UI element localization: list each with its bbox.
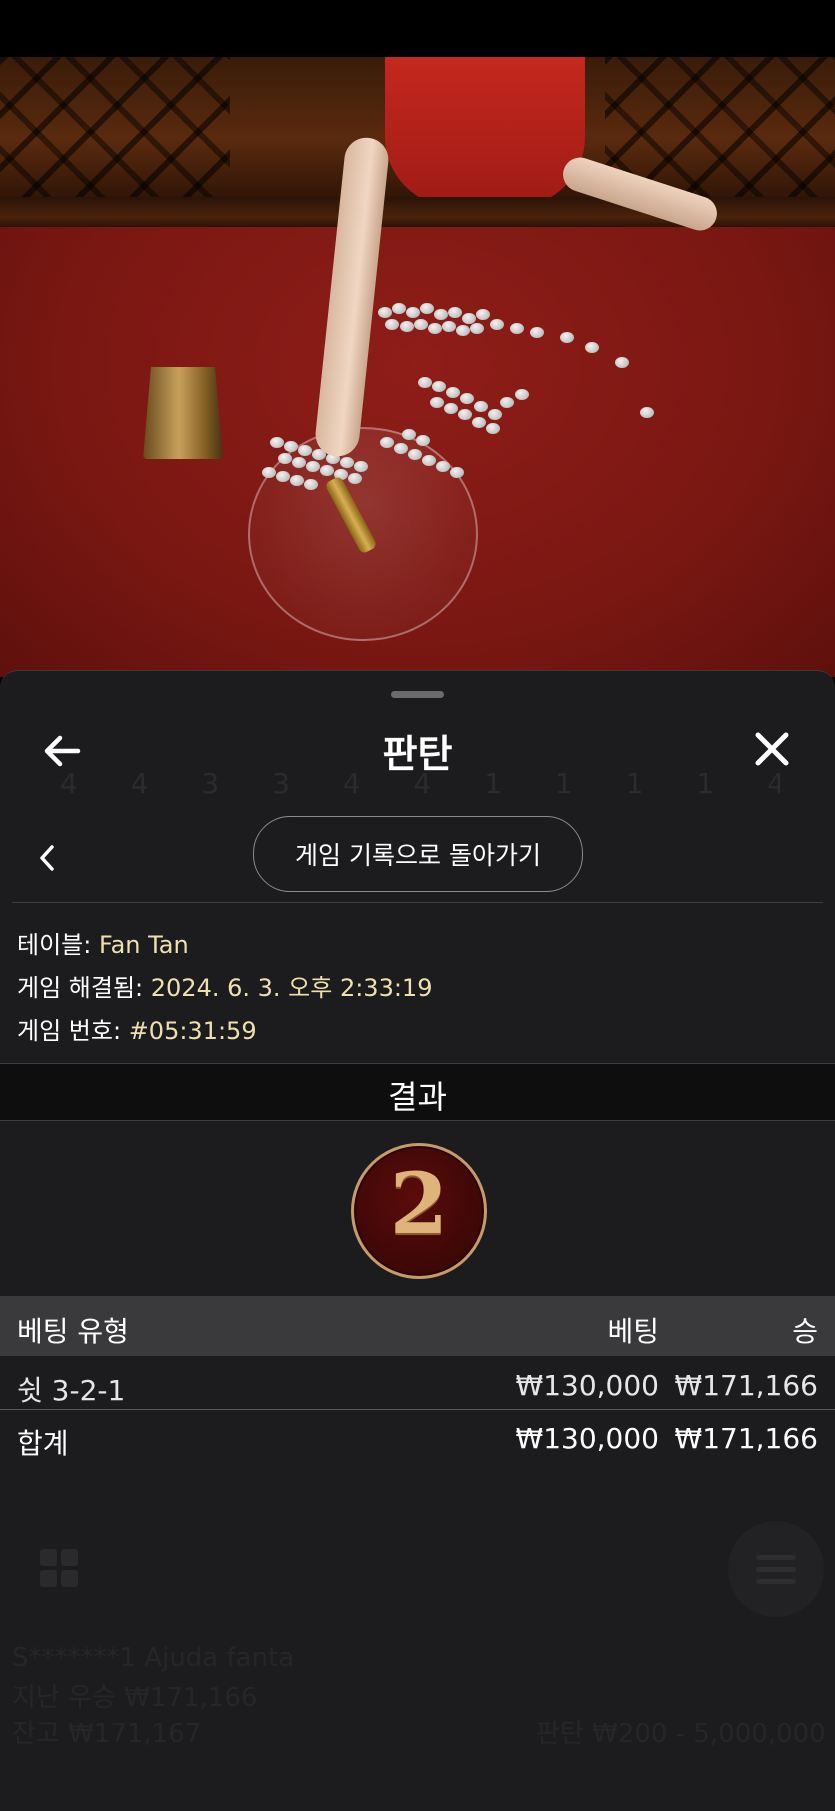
background-balance: 잔고 ₩171,167 <box>12 1719 202 1749</box>
bead <box>420 303 434 314</box>
bead <box>515 389 529 400</box>
dealer <box>385 57 585 207</box>
result-number-badge: 2 <box>351 1143 487 1279</box>
bead <box>416 435 430 446</box>
win-amount-cell: ₩171,166 <box>674 1369 818 1402</box>
bead <box>292 457 306 468</box>
menu-icon <box>728 1521 824 1617</box>
table-info: 테이블: Fan Tan <box>17 925 189 960</box>
bead <box>406 307 420 318</box>
bead <box>290 475 304 486</box>
bead <box>262 467 276 478</box>
bead <box>432 381 446 392</box>
back-to-history-button[interactable]: 게임 기록으로 돌아가기 <box>253 816 583 892</box>
bead <box>490 319 504 330</box>
background-player-line: S*******1 Ajuda fanta <box>12 1643 295 1673</box>
bead <box>428 323 442 334</box>
table-row: 쉿 3-2-1 ₩130,000 ₩171,166 <box>0 1357 835 1409</box>
divider <box>12 902 823 903</box>
bead <box>530 327 544 338</box>
bead <box>394 443 408 454</box>
bead <box>378 307 392 318</box>
bead <box>380 437 394 448</box>
bead <box>284 441 298 452</box>
bead <box>448 307 462 318</box>
bead <box>458 409 472 420</box>
bead <box>456 325 470 336</box>
close-icon[interactable] <box>750 727 794 771</box>
live-video-feed <box>0 57 835 677</box>
bead <box>304 479 318 490</box>
bead <box>444 403 458 414</box>
bead <box>585 342 599 353</box>
bead <box>278 453 292 464</box>
bead <box>270 437 284 448</box>
bead <box>418 377 432 388</box>
resolved-info: 게임 해결됨: 2024. 6. 3. 오후 2:33:19 <box>17 968 432 1003</box>
total-row: 합계 ₩130,000 ₩171,166 <box>0 1410 835 1462</box>
bead <box>340 457 354 468</box>
bead <box>488 409 502 420</box>
bead <box>446 387 460 398</box>
bead <box>414 319 428 330</box>
total-bet: ₩130,000 <box>515 1422 659 1455</box>
background-limits: 판탄 ₩200 - 5,000,000 <box>536 1719 826 1749</box>
result-section-label: 결과 <box>388 1078 447 1116</box>
bead <box>385 319 399 330</box>
bead <box>472 417 486 428</box>
game-number-value: #05:31:59 <box>128 1017 257 1045</box>
game-number-info: 게임 번호: #05:31:59 <box>17 1011 257 1046</box>
brass-cup <box>143 367 223 459</box>
bead <box>434 309 448 320</box>
background-last-win: 지난 우승 ₩171,166 <box>12 1683 258 1713</box>
bead <box>402 429 416 440</box>
bead <box>320 465 334 476</box>
lattice-decoration-left <box>0 57 230 207</box>
bet-type-cell: 쉿 3-2-1 <box>17 1374 126 1407</box>
result-section-header: 결과 <box>0 1063 835 1121</box>
bead <box>348 473 362 484</box>
bead <box>560 332 574 343</box>
bet-amount-cell: ₩130,000 <box>515 1369 659 1402</box>
bead <box>408 449 422 460</box>
bead <box>474 401 488 412</box>
table-value: Fan Tan <box>98 931 189 959</box>
bead <box>430 397 444 408</box>
bead <box>436 461 450 472</box>
total-label: 합계 <box>17 1427 69 1460</box>
bead <box>510 323 524 334</box>
bead <box>442 321 456 332</box>
resolved-value: 2024. 6. 3. 오후 2:33:19 <box>150 974 433 1002</box>
bead <box>422 455 436 466</box>
bead <box>500 397 514 408</box>
bead <box>354 461 368 472</box>
column-bet-type: 베팅 유형 <box>17 1315 129 1348</box>
bets-table-header: 베팅 유형 베팅 승 <box>0 1296 835 1356</box>
bead <box>476 309 490 320</box>
bead <box>486 423 500 434</box>
bead <box>460 393 474 404</box>
bead <box>640 407 654 418</box>
bead <box>470 323 484 334</box>
total-win: ₩171,166 <box>674 1422 818 1455</box>
resolved-label: 게임 해결됨: <box>17 974 144 1002</box>
bead <box>276 471 290 482</box>
chevron-left-icon[interactable] <box>34 843 60 873</box>
bead <box>615 357 629 368</box>
table-label: 테이블: <box>17 931 92 959</box>
game-number-label: 게임 번호: <box>17 1017 122 1045</box>
bead <box>400 321 414 332</box>
sheet-grab-handle[interactable] <box>391 691 444 698</box>
page-title: 판탄 <box>382 732 453 776</box>
result-number: 2 <box>389 1154 449 1253</box>
game-history-sheet: 4 4 3 3 4 4 1 1 1 1 4 4 판탄 게임 기록으로 돌아가기 … <box>0 670 835 1811</box>
bead <box>306 461 320 472</box>
sheet-header: 4 4 3 3 4 4 1 1 1 1 4 4 판탄 <box>0 711 835 800</box>
column-bet: 베팅 <box>607 1315 659 1348</box>
column-win: 승 <box>792 1315 818 1348</box>
bead <box>298 445 312 456</box>
bead <box>392 303 406 314</box>
grid-icon <box>40 1549 80 1589</box>
bead <box>450 467 464 478</box>
